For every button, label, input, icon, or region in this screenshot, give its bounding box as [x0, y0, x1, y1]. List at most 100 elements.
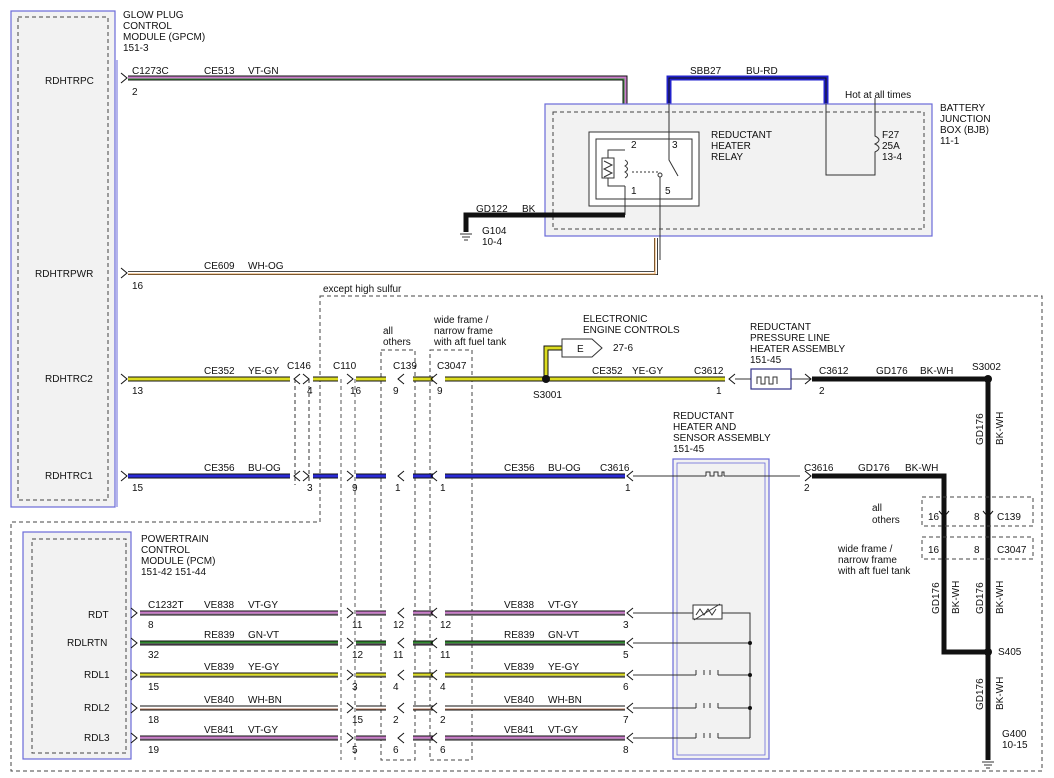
c2-s3002: S3002: [972, 362, 1001, 373]
rdlrtn-color: GN-VT: [248, 630, 279, 641]
c2-c139: C139: [393, 361, 417, 372]
ce609-color: WH-OG: [248, 261, 284, 272]
rdt-arrow: [626, 607, 634, 619]
right-gd176c: GD176: [975, 582, 986, 614]
rdlrtn-arrow: [626, 637, 634, 649]
ce609-pin: 16: [132, 281, 144, 292]
rdl1-arrow: [626, 669, 634, 681]
c2-c3047: C3047: [437, 361, 467, 372]
right-wf1: wide frame /: [837, 544, 893, 555]
rdl1-p6: 6: [623, 682, 629, 693]
c2-gd176: GD176: [876, 366, 908, 377]
c2-p13: 13: [132, 386, 144, 397]
ce609-circuit: CE609: [204, 261, 235, 272]
c1-p15: 15: [132, 483, 144, 494]
rdl3-arrow: [397, 732, 405, 744]
rdt-circuit: VE838: [204, 600, 234, 611]
c2-p16: 16: [350, 386, 362, 397]
all-others-column: [380, 349, 416, 761]
rplh-l3: HEATER ASSEMBLY: [750, 344, 846, 355]
fuse-label-1: F27: [882, 130, 900, 141]
c2-bkwh: BK-WH: [920, 366, 953, 377]
c1-p1a: 1: [395, 483, 401, 494]
c2-color: YE-GY: [248, 366, 279, 377]
right-gd176d: GD176: [975, 678, 986, 710]
rdl1-arrow: [130, 669, 138, 681]
bjb-label-1: BATTERY: [940, 103, 986, 114]
rdt-connector: C1232T: [148, 600, 184, 611]
rdl2-p7: 7: [623, 715, 629, 726]
c2-p9b: 9: [437, 386, 443, 397]
g104-label: G104: [482, 226, 507, 237]
right-g400b: 10-15: [1002, 740, 1028, 751]
rplh-l2: PRESSURE LINE: [750, 333, 830, 344]
rplh-l1: REDUCTANT: [750, 322, 811, 333]
rdt-p3: 3: [623, 620, 629, 631]
rdl3-p8: 8: [623, 745, 629, 756]
pin-rdt: RDT: [88, 610, 109, 621]
rdlrtn-p11b: 11: [440, 650, 451, 661]
eec-l1: ELECTRONIC: [583, 314, 647, 325]
all-others-l2: others: [383, 337, 411, 348]
hot-at-all-times: Hot at all times: [845, 90, 911, 101]
c1-c3616b: C3616: [804, 463, 834, 474]
c2-circuit2: CE352: [592, 366, 623, 377]
right-gd176b: GD176: [931, 582, 942, 614]
rdl1-p4b: 4: [440, 682, 446, 693]
c1-c3616: C3616: [600, 463, 630, 474]
rdl2-arrow: [346, 702, 354, 714]
right-bkwhc: BK-WH: [995, 581, 1006, 614]
right-p8b: 8: [974, 545, 980, 556]
rdlrtn-arrow: [130, 637, 138, 649]
rdlrtn-arrow: [397, 637, 405, 649]
right-all-2: others: [872, 515, 900, 526]
rhsa-l1: REDUCTANT: [673, 411, 734, 422]
ce513-color: VT-GN: [248, 66, 279, 77]
bjb-label-4: 11-1: [940, 136, 960, 147]
rdl1-p15: 15: [148, 682, 160, 693]
rdlrtn-p5: 5: [623, 650, 629, 661]
ce513-circuit: CE513: [204, 66, 235, 77]
rdt-arrow: [346, 607, 354, 619]
rdt-p12a: 12: [393, 620, 405, 631]
rdl1-p4a: 4: [393, 682, 399, 693]
ce513-connector: C1273C: [132, 66, 169, 77]
rdl2-color: WH-BN: [248, 695, 282, 706]
c1-p3: 3: [307, 483, 313, 494]
right-c3047: C3047: [997, 545, 1027, 556]
c1-p1b: 1: [440, 483, 446, 494]
c2-c3612: C3612: [694, 366, 724, 377]
relay-pin-3: 3: [672, 140, 678, 151]
rdl3-p5: 5: [352, 745, 358, 756]
sbb27-color: BU-RD: [746, 66, 778, 77]
right-p16b: 16: [928, 545, 940, 556]
relay-pin-2: 2: [631, 140, 637, 151]
c2-circuit: CE352: [204, 366, 235, 377]
rdl1-circuit2: VE839: [504, 662, 534, 673]
pcm-l2: CONTROL: [141, 545, 190, 556]
rdl3-arrow: [626, 732, 634, 744]
all-others-l1: all: [383, 326, 393, 337]
fuse-label-2: 25A: [882, 141, 900, 152]
gpcm-label-3: MODULE (GPCM): [123, 32, 205, 43]
eec-letter: E: [577, 344, 584, 355]
rdl2-arrow: [626, 702, 634, 714]
rdt-color2: VT-GY: [548, 600, 578, 611]
rdt-p11: 11: [352, 620, 363, 631]
relay-label-3: RELAY: [711, 152, 743, 163]
rdlrtn-p11a: 11: [393, 650, 404, 661]
right-wf3: with aft fuel tank: [837, 566, 911, 577]
rdl2-color2: WH-BN: [548, 695, 582, 706]
right-p16a: 16: [928, 512, 940, 523]
right-bkwhb: BK-WH: [951, 581, 962, 614]
pin-rdhtrc2: RDHTRC2: [45, 374, 93, 385]
pin-rdl1: RDL1: [84, 670, 110, 681]
rdl1-circuit: VE839: [204, 662, 234, 673]
right-s405: S405: [998, 647, 1022, 658]
rdl3-color2: VT-GY: [548, 725, 578, 736]
ground-icon: [460, 233, 472, 241]
fuse-label-3: 13-4: [882, 152, 902, 163]
rdl3-arrow: [346, 732, 354, 744]
wide-frame-l2: narrow frame: [434, 326, 493, 337]
c2-p4: 4: [307, 386, 313, 397]
